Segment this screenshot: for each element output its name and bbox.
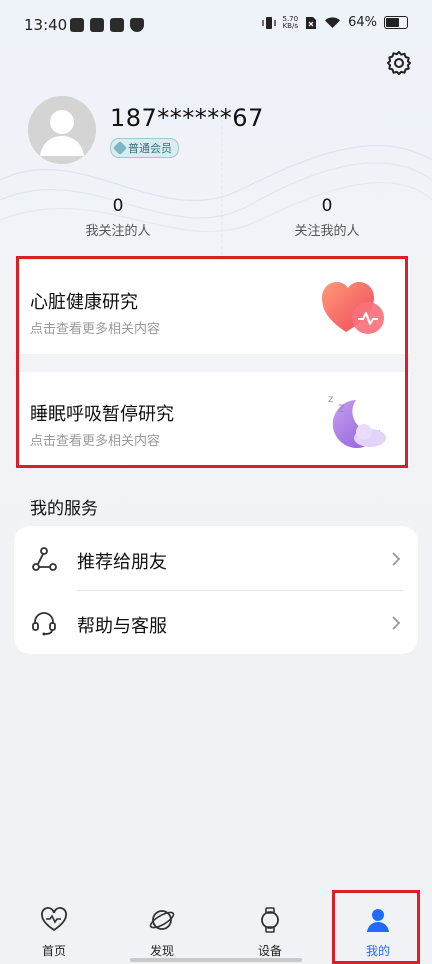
nav-devices-label: 设备 — [257, 944, 282, 958]
followers-label: 关注我的人 — [294, 224, 360, 239]
nav-devices[interactable]: 设备 — [216, 890, 324, 964]
planet-icon — [149, 910, 175, 930]
watch-icon — [261, 907, 279, 933]
nav-discover[interactable]: 发现 — [108, 890, 216, 964]
nav-home[interactable]: 首页 — [0, 890, 108, 964]
followers-stat[interactable]: 0 关注我的人 — [257, 196, 397, 239]
chevron-right-icon — [392, 616, 401, 630]
vibrate-icon — [261, 16, 276, 29]
share-icon — [32, 547, 57, 571]
services-title: 我的服务 — [30, 499, 98, 519]
avatar-person-icon — [28, 96, 96, 164]
followers-count: 0 — [321, 196, 333, 216]
recommend-label: 推荐给朋友 — [77, 552, 167, 573]
diamond-icon — [112, 140, 128, 156]
recommend-to-friends-row[interactable]: 推荐给朋友 — [14, 526, 418, 590]
nav-highlight-frame — [332, 890, 420, 964]
avatar[interactable] — [28, 96, 96, 164]
nav-home-label: 首页 — [41, 944, 66, 958]
sim-icon — [306, 16, 317, 29]
app-notification-icon — [70, 18, 84, 32]
username: 187******67 — [110, 104, 264, 132]
notification-icons — [70, 18, 144, 32]
battery-icon — [384, 16, 408, 29]
tiktok-icon — [90, 18, 104, 32]
following-stat[interactable]: 0 我关注的人 — [48, 196, 188, 239]
help-label: 帮助与客服 — [77, 616, 167, 637]
status-time: 13:40 — [24, 16, 68, 34]
help-support-row[interactable]: 帮助与客服 — [14, 590, 418, 654]
following-label: 我关注的人 — [85, 224, 151, 239]
battery-percent: 64% — [348, 15, 377, 30]
headset-icon — [32, 612, 56, 636]
nav-discover-label: 发现 — [149, 944, 174, 958]
shield-icon — [130, 18, 144, 32]
status-right: 5.70 KB/s 64% — [261, 14, 408, 30]
home-indicator[interactable] — [130, 958, 302, 962]
settings-gear-icon[interactable] — [384, 48, 414, 78]
services-card: 推荐给朋友 帮助与客服 — [14, 526, 418, 654]
chevron-right-icon — [392, 552, 401, 566]
research-highlight-frame — [16, 256, 408, 468]
net-speed: 5.70 KB/s — [282, 14, 299, 30]
wifi-icon — [325, 17, 341, 28]
following-count: 0 — [112, 196, 124, 216]
member-badge-label: 普通会员 — [128, 142, 172, 155]
heart-pulse-icon — [41, 907, 67, 932]
mail-icon — [110, 18, 124, 32]
status-bar: 13:40 5.70 KB/s 64% — [0, 0, 432, 48]
member-badge[interactable]: 普通会员 — [110, 138, 179, 158]
